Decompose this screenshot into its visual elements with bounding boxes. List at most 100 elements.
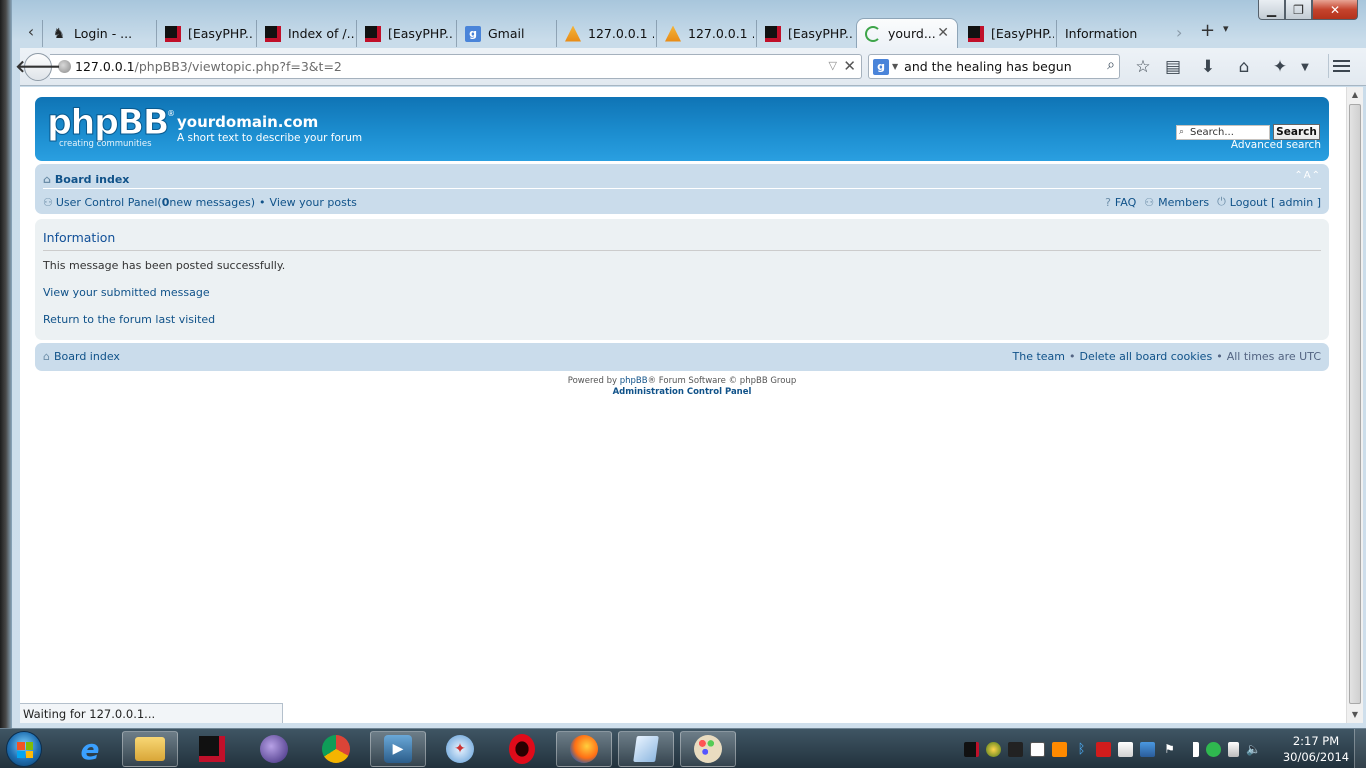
tab-list-icon[interactable]: ▾	[1223, 22, 1229, 35]
tab[interactable]: [EasyPHP...	[756, 20, 854, 47]
tab[interactable]: g Gmail	[456, 20, 554, 47]
bullet-separator: •	[259, 195, 266, 209]
url-history-dropdown-icon[interactable]: ▽	[829, 59, 837, 72]
system-clock[interactable]: 2:17 PM 30/06/2014	[1280, 733, 1352, 765]
phpbb-link[interactable]: phpBB	[620, 376, 648, 386]
extension-dropdown-icon[interactable]: ▼	[1294, 57, 1316, 77]
window-close-button[interactable]: ✕	[1312, 0, 1358, 20]
safari-button[interactable]: ✦	[432, 731, 488, 767]
forum-footer-bar: ⌂ Board index The team • Delete all boar…	[35, 343, 1329, 371]
view-posts-link[interactable]: View your posts	[270, 196, 357, 209]
loading-icon	[865, 25, 881, 42]
close-tab-icon[interactable]: ✕	[937, 25, 949, 41]
font-size-toggle-icon[interactable]: ⌃A⌃	[1294, 170, 1321, 181]
media-player-button[interactable]: ▶	[370, 731, 426, 767]
return-forum-link[interactable]: Return to the forum last visited	[43, 313, 215, 326]
google-icon: g	[465, 25, 481, 42]
acp-link[interactable]: Administration Control Panel	[20, 387, 1344, 398]
new-messages-count[interactable]: 0	[162, 196, 170, 209]
opera-button[interactable]	[494, 731, 550, 767]
team-link[interactable]: The team	[1013, 350, 1066, 363]
forum-search-button[interactable]: Search	[1273, 124, 1320, 140]
back-button[interactable]: 🡐	[15, 53, 61, 81]
powered-by-text: Powered by	[567, 376, 620, 386]
scroll-tabs-left-icon[interactable]: ‹	[20, 21, 42, 43]
tab[interactable]: [EasyPHP...	[356, 20, 454, 47]
tab[interactable]: Information	[1056, 20, 1166, 47]
tab[interactable]: 127.0.0.1 ...	[556, 20, 654, 47]
bluetooth-icon[interactable]: ᛒ	[1074, 742, 1089, 757]
volume-icon[interactable]: 🔈	[1246, 742, 1261, 757]
search-go-icon[interactable]: ⌕	[1107, 57, 1115, 73]
minimize-button[interactable]: ▁	[1258, 0, 1285, 20]
home-icon[interactable]: ⌂	[1233, 57, 1255, 77]
advanced-search-link[interactable]: Advanced search	[1231, 139, 1321, 151]
site-name[interactable]: yourdomain.com	[177, 113, 318, 131]
explorer-button[interactable]	[122, 731, 178, 767]
pdf-icon[interactable]	[1096, 741, 1111, 757]
maximize-button[interactable]: ❐	[1285, 0, 1312, 20]
timezone-text: All times are UTC	[1226, 350, 1321, 363]
antivirus-icon[interactable]	[986, 741, 1001, 757]
easyphp-taskbar-button[interactable]	[184, 731, 240, 767]
show-desktop-button[interactable]	[1354, 729, 1366, 768]
tab[interactable]: [EasyPHP...	[156, 20, 254, 47]
phpbb-logo[interactable]: phpBB creating communities ®	[47, 103, 176, 151]
web-search-bar[interactable]: g ▼ and the healing has begun ⌕	[868, 54, 1120, 79]
google-icon[interactable]: g	[873, 58, 889, 75]
easyphp-icon	[165, 25, 181, 42]
notepad-button[interactable]	[618, 731, 674, 767]
start-button[interactable]	[6, 731, 42, 767]
scroll-thumb[interactable]	[1349, 104, 1361, 704]
battery-icon[interactable]	[1228, 741, 1239, 757]
chrome-button[interactable]	[308, 731, 364, 767]
firefox-button[interactable]	[556, 731, 612, 767]
new-messages-label[interactable]: new messages)	[169, 196, 255, 209]
update-icon[interactable]	[1052, 741, 1067, 757]
members-link[interactable]: Members	[1158, 196, 1209, 209]
app-tray-icon[interactable]	[1030, 741, 1045, 757]
tab[interactable]: 127.0.0.1 ...	[656, 20, 754, 47]
engine-dropdown-icon[interactable]: ▼	[892, 62, 898, 71]
audio-tray-icon[interactable]	[1008, 741, 1023, 757]
tab-active[interactable]: yourd... ✕	[856, 18, 958, 48]
footer-board-index-link[interactable]: Board index	[54, 350, 120, 363]
downloads-icon[interactable]: ⬇	[1197, 57, 1219, 77]
bookmark-star-icon[interactable]: ☆	[1132, 57, 1154, 77]
logo-text: phpBB	[47, 103, 170, 143]
breadcrumb: ⌂ Board index ⌃A⌃	[43, 170, 1321, 188]
scroll-up-icon[interactable]: ▲	[1347, 87, 1363, 103]
reading-list-icon[interactable]: ▤	[1162, 57, 1184, 77]
new-tab-icon[interactable]: +	[1200, 20, 1215, 41]
vertical-scrollbar[interactable]: ▲ ▼	[1346, 87, 1363, 723]
board-index-link[interactable]: Board index	[55, 173, 130, 186]
easyphp-tray-icon[interactable]	[964, 741, 979, 757]
scroll-tabs-right-icon[interactable]: ›	[1176, 23, 1182, 42]
tab[interactable]: ♞ Login - ...	[42, 20, 139, 47]
stop-icon[interactable]: ✕	[843, 57, 856, 75]
system-tray: ᛒ ⚑ 🔈	[964, 737, 1261, 761]
internet-explorer-button[interactable]: e	[62, 731, 118, 767]
window-edge	[0, 0, 12, 728]
menu-icon[interactable]	[1328, 54, 1354, 78]
eclipse-button[interactable]	[246, 731, 302, 767]
settings-icon[interactable]	[1140, 741, 1155, 757]
tab[interactable]: [EasyPHP...	[960, 20, 1054, 47]
view-message-link[interactable]: View your submitted message	[43, 286, 210, 299]
url-bar[interactable]: 127.0.0.1/phpBB3/viewtopic.php?f=3&t=2 ▽…	[50, 54, 862, 79]
scroll-down-icon[interactable]: ▼	[1347, 707, 1363, 723]
ucp-link[interactable]: User Control Panel	[56, 196, 158, 209]
faq-link[interactable]: FAQ	[1115, 196, 1136, 209]
action-center-flag-icon[interactable]: ⚑	[1162, 742, 1177, 757]
logout-link[interactable]: Logout [ admin ]	[1230, 196, 1321, 209]
window-controls: ▁ ❐ ✕	[1258, 0, 1358, 20]
phpmyadmin-icon	[665, 25, 681, 42]
network-signal-icon[interactable]	[1184, 741, 1199, 757]
tab[interactable]: Index of /...	[256, 20, 354, 47]
security-check-icon[interactable]	[1206, 741, 1221, 757]
extension-icon[interactable]: ✦	[1269, 57, 1291, 77]
delete-cookies-link[interactable]: Delete all board cookies	[1080, 350, 1213, 363]
forum-search-input[interactable]: ⌕ Search...	[1176, 124, 1270, 140]
printer-icon[interactable]	[1118, 741, 1133, 757]
paint-button[interactable]	[680, 731, 736, 767]
